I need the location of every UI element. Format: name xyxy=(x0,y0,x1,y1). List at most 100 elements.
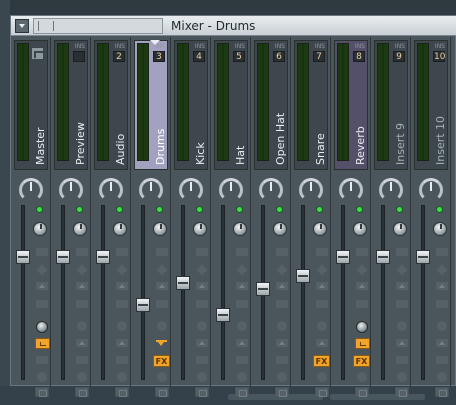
strip-ghost-control[interactable] xyxy=(275,338,289,348)
strip-ghost-control[interactable] xyxy=(396,371,408,383)
strip-ghost-control[interactable] xyxy=(276,320,288,332)
strip-ghost-control[interactable] xyxy=(355,247,369,257)
strip-ghost-control[interactable] xyxy=(195,247,209,257)
strip-header[interactable]: INS 5 Hat xyxy=(214,40,248,170)
mixer-strip-insert-9[interactable]: INS 9 Insert 9 xyxy=(371,37,411,397)
strip-ghost-control[interactable] xyxy=(394,262,410,278)
strip-ghost-control[interactable] xyxy=(156,371,168,383)
strip-ghost-control[interactable] xyxy=(195,355,209,365)
fader-track[interactable] xyxy=(341,205,345,380)
mixer-strip-open-hat[interactable]: INS 6 Open Hat xyxy=(251,37,291,397)
stereo-knob[interactable] xyxy=(393,222,407,236)
strip-ghost-control[interactable] xyxy=(195,387,209,397)
volume-fader[interactable] xyxy=(256,282,270,296)
strip-ghost-control[interactable] xyxy=(235,299,249,309)
stereo-knob[interactable] xyxy=(313,222,327,236)
strip-ghost-control[interactable] xyxy=(76,371,88,383)
stereo-knob[interactable] xyxy=(273,222,287,236)
volume-fader[interactable] xyxy=(176,276,190,290)
fader-track[interactable] xyxy=(21,205,25,380)
strip-ghost-control[interactable] xyxy=(435,247,449,257)
strip-ghost-control[interactable] xyxy=(235,281,249,291)
strip-ghost-control[interactable] xyxy=(156,320,168,332)
pan-knob[interactable] xyxy=(139,178,163,202)
strip-ghost-control[interactable] xyxy=(115,299,129,309)
pan-knob[interactable] xyxy=(219,178,243,202)
volume-fader[interactable] xyxy=(96,250,110,264)
pan-knob[interactable] xyxy=(339,178,363,202)
mute-led[interactable] xyxy=(76,206,83,213)
mute-led[interactable] xyxy=(116,206,123,213)
strip-ghost-control[interactable] xyxy=(75,247,89,257)
strip-header[interactable]: INS 3 Drums xyxy=(134,40,168,170)
strip-ghost-control[interactable] xyxy=(36,371,48,383)
strip-ghost-control[interactable] xyxy=(355,281,369,291)
strip-ghost-control[interactable] xyxy=(275,299,289,309)
mute-led[interactable] xyxy=(276,206,283,213)
strip-ghost-control[interactable] xyxy=(314,262,330,278)
pan-knob[interactable] xyxy=(379,178,403,202)
volume-fader[interactable] xyxy=(56,250,70,264)
strip-ghost-control[interactable] xyxy=(196,320,208,332)
strip-ghost-control[interactable] xyxy=(435,338,449,348)
strip-ghost-control[interactable] xyxy=(435,281,449,291)
volume-fader[interactable] xyxy=(216,308,230,322)
mute-led[interactable] xyxy=(236,206,243,213)
volume-fader[interactable] xyxy=(136,298,150,312)
strip-ghost-control[interactable] xyxy=(315,338,329,348)
strip-ghost-control[interactable] xyxy=(275,387,289,397)
mixer-strip-preview[interactable]: INS Preview xyxy=(51,37,91,397)
strip-ghost-control[interactable] xyxy=(275,355,289,365)
strip-ghost-control[interactable] xyxy=(115,338,129,348)
strip-ghost-control[interactable] xyxy=(116,371,128,383)
strip-ghost-control[interactable] xyxy=(155,299,169,309)
strip-ghost-control[interactable] xyxy=(35,247,49,257)
send-knob[interactable] xyxy=(36,321,48,333)
strip-ghost-control[interactable] xyxy=(396,320,408,332)
strip-ghost-control[interactable] xyxy=(435,299,449,309)
stereo-knob[interactable] xyxy=(153,222,167,236)
strip-ghost-control[interactable] xyxy=(115,247,129,257)
strip-ghost-control[interactable] xyxy=(195,281,209,291)
mixer-strip-audio[interactable]: INS 2 Audio xyxy=(91,37,131,397)
stereo-knob[interactable] xyxy=(353,222,367,236)
strip-ghost-control[interactable] xyxy=(316,371,328,383)
route-button[interactable] xyxy=(35,338,50,349)
strip-ghost-control[interactable] xyxy=(75,299,89,309)
stereo-knob[interactable] xyxy=(73,222,87,236)
pan-knob[interactable] xyxy=(419,178,443,202)
mute-led[interactable] xyxy=(356,206,363,213)
stereo-knob[interactable] xyxy=(33,222,47,236)
strip-ghost-control[interactable] xyxy=(315,387,329,397)
strip-ghost-control[interactable] xyxy=(154,262,170,278)
strip-ghost-control[interactable] xyxy=(235,355,249,365)
strip-header[interactable]: Master xyxy=(14,40,48,170)
strip-header[interactable]: INS 4 Kick xyxy=(174,40,208,170)
strip-ghost-control[interactable] xyxy=(315,281,329,291)
strip-ghost-control[interactable] xyxy=(75,355,89,365)
volume-fader[interactable] xyxy=(296,269,310,283)
fader-track[interactable] xyxy=(381,205,385,380)
fx-button[interactable]: FX xyxy=(353,355,370,367)
stereo-knob[interactable] xyxy=(113,222,127,236)
strip-ghost-control[interactable] xyxy=(235,338,249,348)
strip-ghost-control[interactable] xyxy=(195,299,209,309)
strip-ghost-control[interactable] xyxy=(115,281,129,291)
strip-ghost-control[interactable] xyxy=(155,387,169,397)
pan-knob[interactable] xyxy=(259,178,283,202)
volume-fader[interactable] xyxy=(416,250,430,264)
mixer-strip-drums[interactable]: INS 3 Drums FX xyxy=(131,37,171,397)
mute-led[interactable] xyxy=(156,206,163,213)
strip-header[interactable]: INS 9 Insert 9 xyxy=(374,40,408,170)
mixer-strip-snare[interactable]: INS 7 Snare FX xyxy=(291,37,331,397)
strip-ghost-control[interactable] xyxy=(35,299,49,309)
volume-fader[interactable] xyxy=(16,250,30,264)
strip-ghost-control[interactable] xyxy=(436,320,448,332)
stereo-knob[interactable] xyxy=(433,222,447,236)
stereo-knob[interactable] xyxy=(233,222,247,236)
strip-ghost-control[interactable] xyxy=(316,320,328,332)
strip-ghost-control[interactable] xyxy=(74,262,90,278)
strip-ghost-control[interactable] xyxy=(234,262,250,278)
strip-ghost-control[interactable] xyxy=(75,281,89,291)
strip-ghost-control[interactable] xyxy=(434,262,450,278)
